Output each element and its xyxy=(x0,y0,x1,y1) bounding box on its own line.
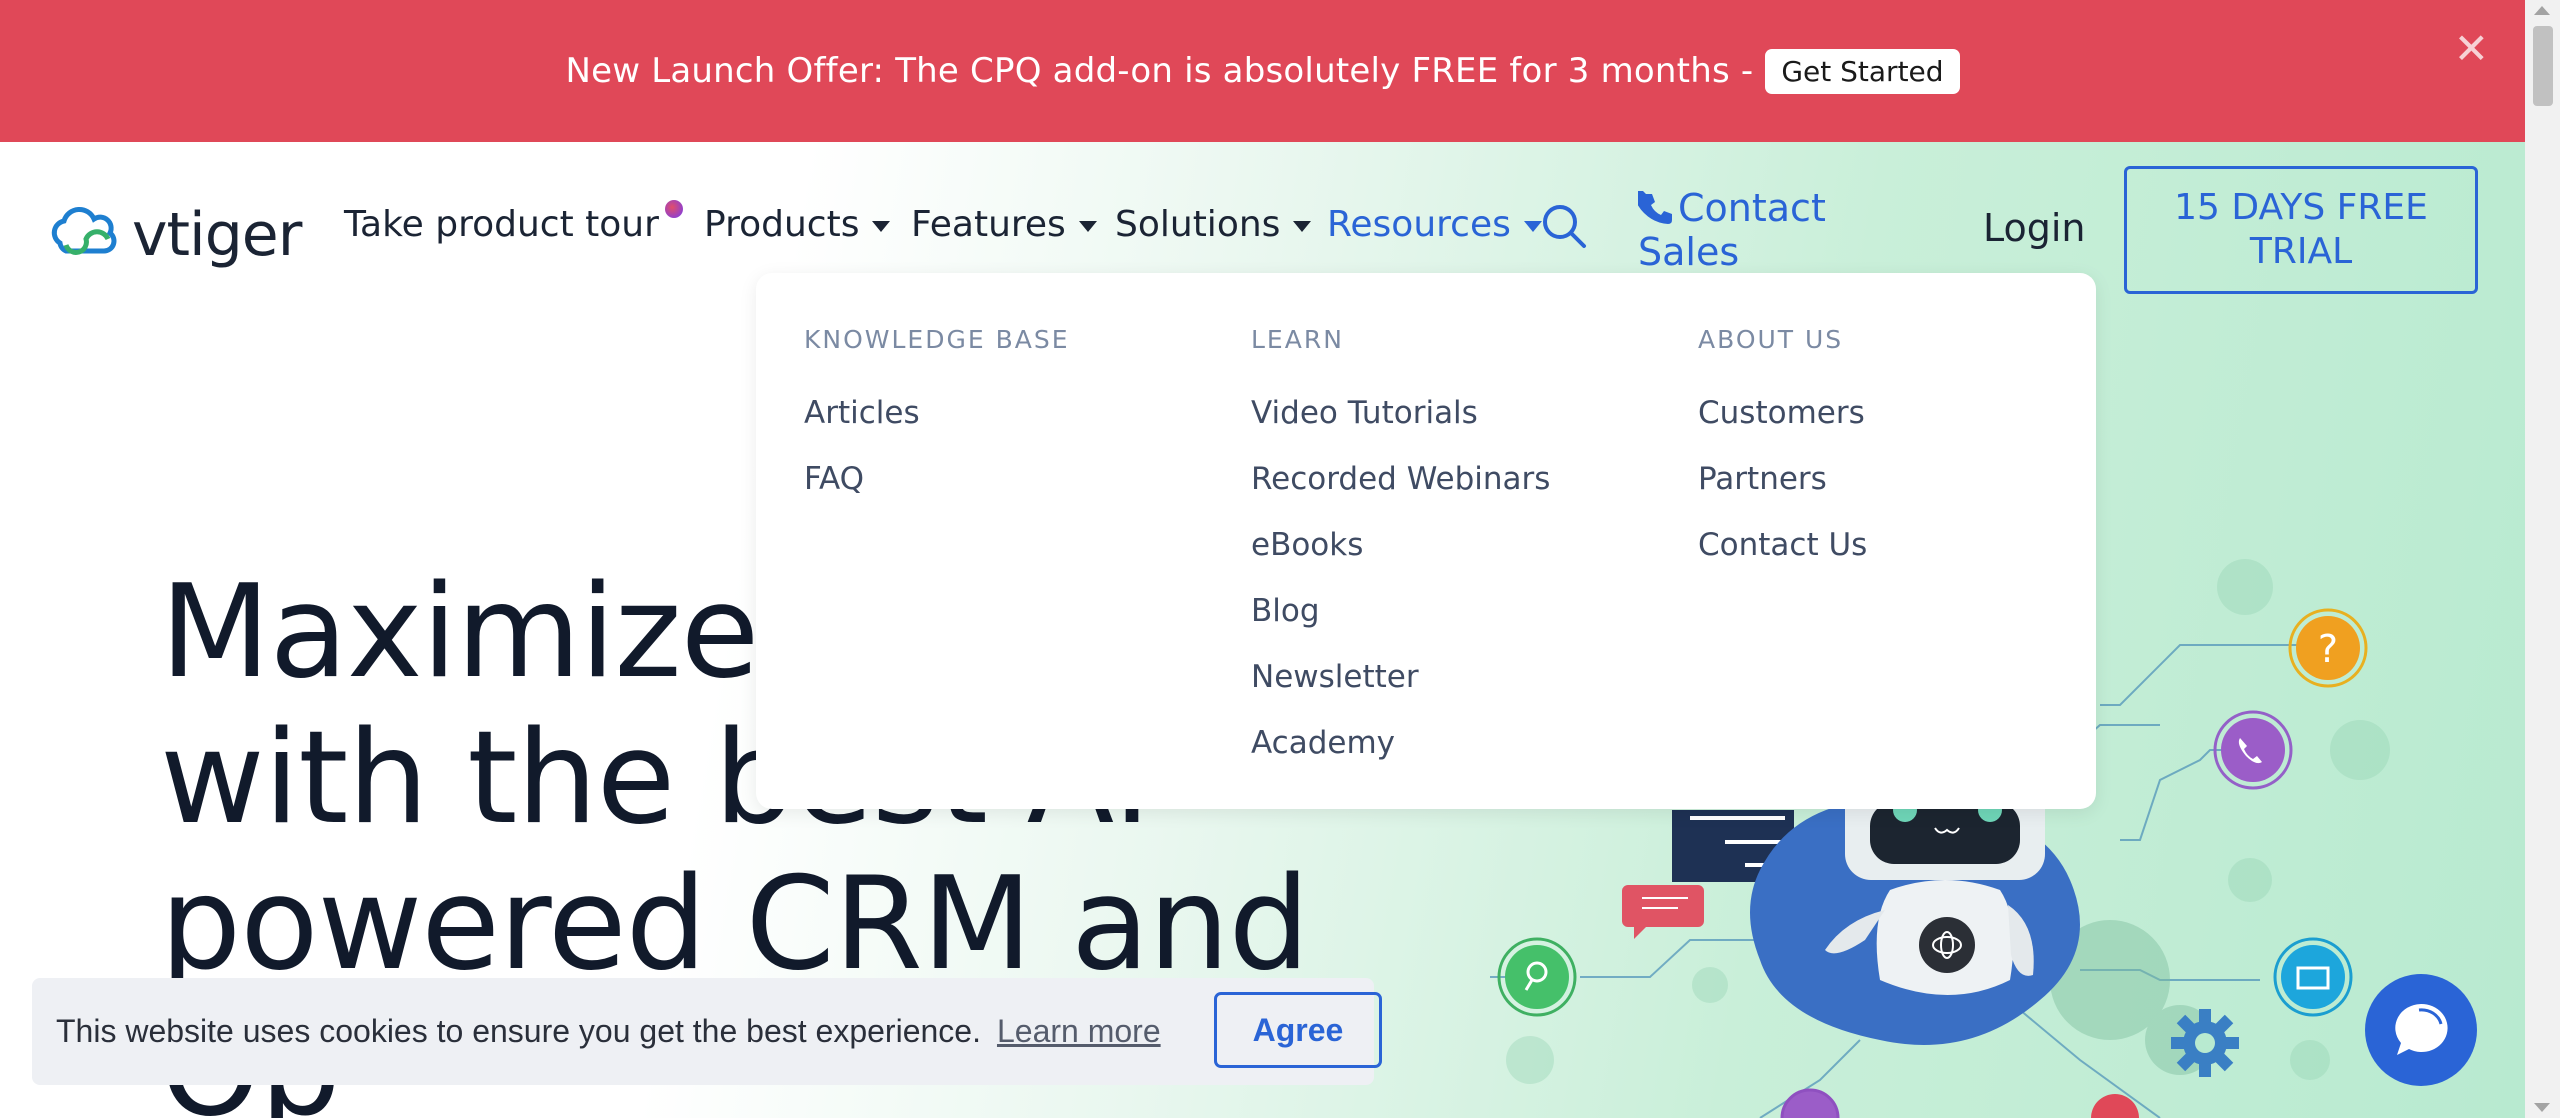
question-icon: ? xyxy=(2318,627,2338,671)
menu-item-articles[interactable]: Articles xyxy=(804,380,1070,446)
nav-solutions[interactable]: Solutions xyxy=(1115,204,1312,245)
menu-item-academy[interactable]: Academy xyxy=(1251,710,1550,776)
menu-item-blog[interactable]: Blog xyxy=(1251,578,1550,644)
chat-launcher-button[interactable] xyxy=(2365,974,2477,1086)
promo-banner: New Launch Offer: The CPQ add-on is abso… xyxy=(0,0,2525,142)
cookie-banner: This website uses cookies to ensure you … xyxy=(32,978,1382,1085)
menu-item-recorded-webinars[interactable]: Recorded Webinars xyxy=(1251,446,1550,512)
chat-bubble-red xyxy=(1622,885,1704,939)
menu-item-customers[interactable]: Customers xyxy=(1698,380,1867,446)
gear-icon xyxy=(2171,1009,2239,1077)
scroll-thumb[interactable] xyxy=(2533,26,2553,106)
logo-text: vtiger xyxy=(132,200,302,270)
column-heading: ABOUT US xyxy=(1698,325,1844,354)
nav-label-resources: Resources xyxy=(1327,204,1511,245)
mail-node xyxy=(2281,945,2345,1009)
hero-line-3: powered CRM and xyxy=(160,850,1310,999)
phone-icon xyxy=(1638,191,1672,224)
menu-item-faq[interactable]: FAQ xyxy=(804,446,1070,512)
search-icon[interactable] xyxy=(1540,202,1588,254)
vtiger-logo[interactable]: vtiger xyxy=(46,200,302,270)
nav-label-tour: Take product tour xyxy=(344,200,683,245)
page-scrollbar[interactable] xyxy=(2525,0,2560,1118)
robot-badge xyxy=(1919,917,1975,973)
nav-resources[interactable]: Resources xyxy=(1327,204,1542,245)
new-indicator-dot xyxy=(664,200,683,218)
chat-icon xyxy=(2395,1003,2448,1055)
dropdown-column-about-us: ABOUT US Customers Partners Contact Us xyxy=(1698,325,1867,578)
menu-item-partners[interactable]: Partners xyxy=(1698,446,1867,512)
cookie-message: This website uses cookies to ensure you … xyxy=(56,1013,981,1049)
nav-features[interactable]: Features xyxy=(911,204,1097,245)
close-icon[interactable]: ✕ xyxy=(2454,28,2489,70)
contact-sales-link[interactable]: Contact Sales xyxy=(1638,186,1838,274)
promo-text: New Launch Offer: The CPQ add-on is abso… xyxy=(565,51,1754,91)
scroll-down-arrow-icon[interactable] xyxy=(2534,1103,2550,1112)
learn-more-link[interactable]: Learn more xyxy=(997,1013,1161,1050)
nav-label-solutions: Solutions xyxy=(1115,204,1281,245)
nav-take-product-tour[interactable]: Take product tour xyxy=(344,200,683,245)
menu-item-contact-us[interactable]: Contact Us xyxy=(1698,512,1867,578)
search-node xyxy=(1505,945,1569,1009)
nav-products[interactable]: Products xyxy=(704,204,891,245)
chevron-down-icon xyxy=(872,221,891,232)
resources-dropdown: KNOWLEDGE BASE Articles FAQ LEARN Video … xyxy=(756,273,2096,809)
get-started-button[interactable]: Get Started xyxy=(1765,48,1960,94)
chevron-down-icon xyxy=(1293,221,1312,232)
menu-item-video-tutorials[interactable]: Video Tutorials xyxy=(1251,380,1550,446)
phone-node xyxy=(2221,718,2285,782)
menu-item-newsletter[interactable]: Newsletter xyxy=(1251,644,1550,710)
column-heading: KNOWLEDGE BASE xyxy=(804,325,1070,354)
dropdown-column-learn: LEARN Video Tutorials Recorded Webinars … xyxy=(1251,325,1550,776)
menu-item-ebooks[interactable]: eBooks xyxy=(1251,512,1550,578)
column-heading: LEARN xyxy=(1251,325,1344,354)
free-trial-button[interactable]: 15 DAYS FREE TRIAL xyxy=(2124,166,2478,294)
logo-icon xyxy=(51,207,117,255)
login-link[interactable]: Login xyxy=(1983,206,2086,250)
chevron-down-icon xyxy=(1078,221,1097,232)
dropdown-column-knowledge-base: KNOWLEDGE BASE Articles FAQ xyxy=(804,325,1070,512)
nav-label-features: Features xyxy=(911,204,1066,245)
agree-button[interactable]: Agree xyxy=(1214,992,1382,1068)
nav-label-products: Products xyxy=(704,204,860,245)
scroll-up-arrow-icon[interactable] xyxy=(2534,6,2550,15)
